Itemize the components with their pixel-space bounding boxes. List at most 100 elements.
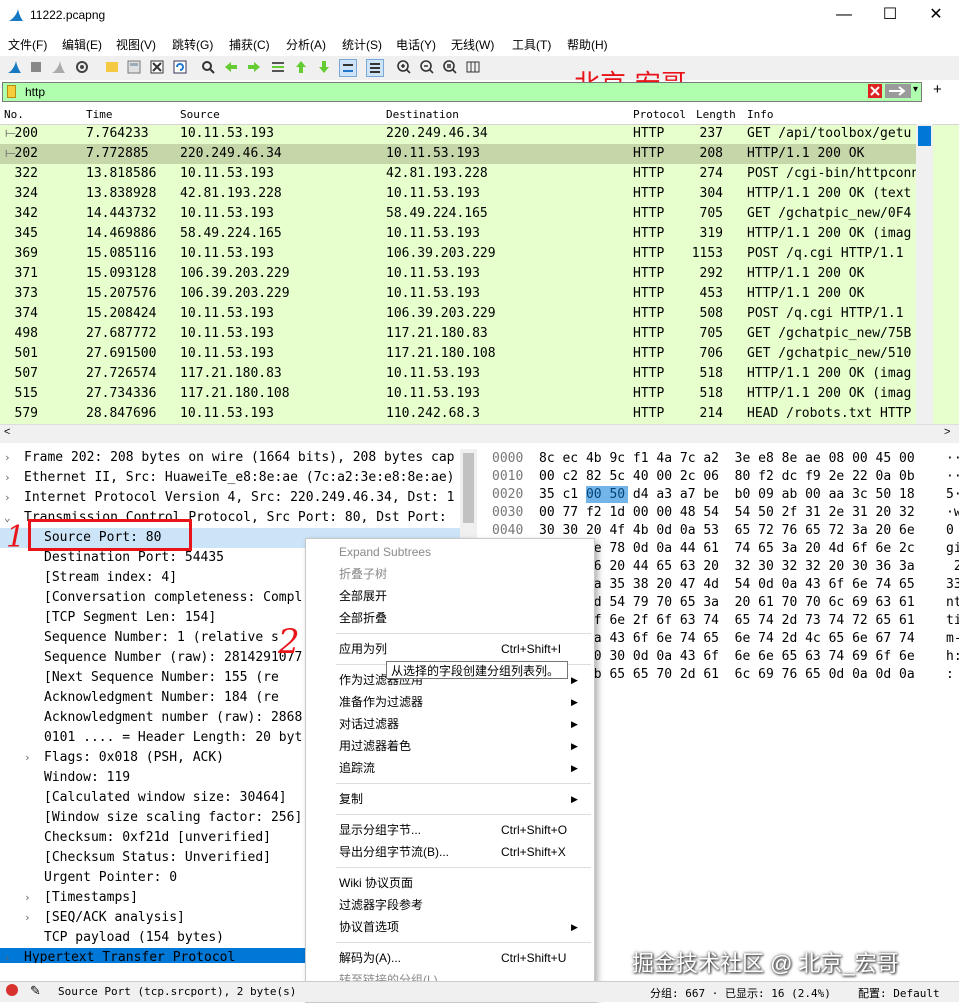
start-capture-icon[interactable] <box>6 59 22 75</box>
close-file-icon[interactable] <box>149 59 165 75</box>
add-filter-button-icon[interactable]: + <box>933 81 942 98</box>
go-to-packet-icon[interactable] <box>270 59 286 75</box>
packet-row[interactable]: 515 27.734336 117.21.180.108 10.11.53.193 HT… <box>0 384 916 404</box>
context-menu-item[interactable]: 应用为列 Ctrl+Shift+I <box>306 638 594 660</box>
packet-row[interactable]: 374 15.208424 10.11.53.193 106.39.203.229 HT… <box>0 304 916 324</box>
column-header-info[interactable]: Info <box>747 108 774 121</box>
colorize-icon[interactable] <box>366 59 384 77</box>
stop-capture-icon[interactable] <box>28 59 44 75</box>
bytes-hex[interactable]: 0a 43 6f 6e 74 65 6e 74 2d 4c 65 6e 67 7… <box>539 630 915 648</box>
menu-wireless[interactable]: 无线(W) <box>451 36 494 53</box>
expand-chevron-icon[interactable]: › <box>24 888 31 908</box>
packet-row[interactable]: 498 27.687772 10.11.53.193 117.21.180.83 HTT… <box>0 324 916 344</box>
menu-telephony[interactable]: 电话(Y) <box>396 36 436 53</box>
bytes-ascii[interactable]: : <box>946 666 959 684</box>
menu-file[interactable]: 文件(F) <box>8 36 47 53</box>
packet-row[interactable]: 202 7.772885 220.249.46.34 10.11.53.193 HTTP… <box>0 144 916 164</box>
column-header-destination[interactable]: Destination <box>386 108 459 121</box>
bytes-hex[interactable]: 3a 35 38 20 47 4d 54 0d 0a 43 6f 6e 74 6… <box>539 576 915 594</box>
menu-statistics[interactable]: 统计(S) <box>342 36 382 53</box>
restart-capture-icon[interactable] <box>50 59 66 75</box>
column-header-protocol[interactable]: Protocol <box>633 108 686 121</box>
context-menu-item[interactable]: 追踪流 ▶ <box>306 757 594 779</box>
bytes-ascii[interactable]: ·w <box>946 504 959 522</box>
bytes-hex[interactable]: be 78 0d 0a 44 61 74 65 3a 20 4d 6f 6e 2… <box>539 540 915 558</box>
packet-row[interactable]: 501 27.691500 10.11.53.193 117.21.180.108 HT… <box>0 344 916 364</box>
detail-tree-item[interactable]: › Internet Protocol Version 4, Src: 220.2… <box>0 488 460 508</box>
expand-chevron-icon[interactable]: › <box>4 468 11 488</box>
menu-edit[interactable]: 编辑(E) <box>62 36 102 53</box>
status-profile[interactable]: 配置: Default <box>858 985 940 1001</box>
packet-row[interactable]: 507 27.726574 117.21.180.83 10.11.53.193 HTT… <box>0 364 916 384</box>
details-scrollbar-thumb[interactable] <box>463 453 474 523</box>
scroll-right-icon[interactable]: > <box>944 426 950 438</box>
capture-options-icon[interactable] <box>74 59 90 75</box>
bytes-hex[interactable]: 6b 65 65 70 2d 61 6c 69 76 65 0d 0a 0d 0… <box>539 666 915 684</box>
menu-analyze[interactable]: 分析(A) <box>286 36 326 53</box>
zoom-in-icon[interactable] <box>396 59 412 75</box>
bytes-hex[interactable]: 6f 6e 2f 6f 63 74 65 74 2d 73 74 72 65 6… <box>539 612 915 630</box>
bytes-hex[interactable]: 30 30 20 4f 4b 0d 0a 53 65 72 76 65 72 3… <box>539 522 915 540</box>
open-file-icon[interactable] <box>104 59 120 75</box>
column-header-source[interactable]: Source <box>180 108 220 121</box>
packet-row[interactable]: 579 28.847696 10.11.53.193 110.242.68.3 HTTP… <box>0 404 916 424</box>
bytes-ascii[interactable]: 5· <box>946 486 959 504</box>
bytes-hex[interactable]: 00 c2 82 5c 40 00 2c 06 80 f2 dc f9 2e 2… <box>539 468 915 486</box>
column-header-length[interactable]: Length <box>696 108 736 121</box>
bookmark-icon[interactable] <box>7 85 16 98</box>
bytes-ascii[interactable]: ·· <box>946 450 959 468</box>
context-menu-item[interactable]: 全部折叠 <box>306 607 594 629</box>
close-button[interactable]: ✕ <box>913 0 959 32</box>
context-menu-item[interactable]: 全部展开 <box>306 585 594 607</box>
go-forward-icon[interactable] <box>246 59 262 75</box>
packet-row[interactable]: 369 15.085116 10.11.53.193 106.39.203.229 HT… <box>0 244 916 264</box>
packet-row[interactable]: 371 15.093128 106.39.203.229 10.11.53.193 HT… <box>0 264 916 284</box>
context-menu-item[interactable]: 解码为(A)... Ctrl+Shift+U <box>306 947 594 969</box>
bytes-ascii[interactable]: ·· <box>946 468 959 486</box>
packet-row[interactable]: 345 14.469886 58.49.224.165 10.11.53.193 HTT… <box>0 224 916 244</box>
clear-filter-icon[interactable] <box>868 84 882 98</box>
menu-tools[interactable]: 工具(T) <box>512 36 551 53</box>
bytes-ascii[interactable]: 33 <box>946 576 959 594</box>
bytes-ascii[interactable]: nt <box>946 594 959 612</box>
context-menu-item[interactable]: 准备作为过滤器 ▶ <box>306 691 594 713</box>
expand-chevron-icon[interactable]: › <box>24 748 31 768</box>
packet-row[interactable]: 200 7.764233 10.11.53.193 220.249.46.34 HTTP… <box>0 124 916 144</box>
edit-comment-icon[interactable]: ✎ <box>30 983 41 999</box>
zoom-out-icon[interactable] <box>419 59 435 75</box>
context-menu-item[interactable]: Wiki 协议页面 <box>306 872 594 894</box>
detail-tree-item[interactable]: › Ethernet II, Src: HuaweiTe_e8:8e:ae (7c… <box>0 468 460 488</box>
bytes-ascii[interactable]: 2 <box>946 558 959 576</box>
column-header-time[interactable]: Time <box>86 108 113 121</box>
context-menu-item[interactable]: 用过滤器着色 ▶ <box>306 735 594 757</box>
context-menu-item[interactable]: 复制 ▶ <box>306 788 594 810</box>
resize-columns-icon[interactable] <box>465 59 481 75</box>
menu-view[interactable]: 视图(V) <box>116 36 156 53</box>
filter-dropdown-icon[interactable]: ▾ <box>913 84 918 95</box>
expand-chevron-icon[interactable]: › <box>4 948 11 963</box>
column-header-no[interactable]: No. <box>4 108 24 121</box>
bytes-hex[interactable]: 36 20 44 65 63 20 32 30 32 32 20 30 36 3… <box>539 558 915 576</box>
packet-row[interactable]: 373 15.207576 106.39.203.229 10.11.53.193 HT… <box>0 284 916 304</box>
go-first-packet-icon[interactable] <box>293 59 309 75</box>
context-menu-item[interactable]: 导出分组字节流(B)... Ctrl+Shift+X <box>306 841 594 863</box>
bytes-hex[interactable]: 20 30 0d 0a 43 6f 6e 6e 65 63 74 69 6f 6… <box>539 648 915 666</box>
menu-go[interactable]: 跳转(G) <box>172 36 213 53</box>
expand-chevron-icon[interactable]: › <box>4 448 11 468</box>
packet-row[interactable]: 342 14.443732 10.11.53.193 58.49.224.165 HTT… <box>0 204 916 224</box>
packet-row[interactable]: 324 13.838928 42.81.193.228 10.11.53.193 HTT… <box>0 184 916 204</box>
bytes-hex[interactable]: 8c ec 4b 9c f1 4a 7c a2 3e e8 8e ae 08 0… <box>539 450 915 468</box>
menu-capture[interactable]: 捕获(C) <box>229 36 270 53</box>
bytes-hex[interactable]: 2d 54 79 70 65 3a 20 61 70 70 6c 69 63 6… <box>539 594 915 612</box>
auto-scroll-icon[interactable] <box>339 59 357 77</box>
go-last-packet-icon[interactable] <box>316 59 332 75</box>
packet-row[interactable]: 322 13.818586 10.11.53.193 42.81.193.228 HTT… <box>0 164 920 184</box>
find-packet-icon[interactable] <box>200 59 216 75</box>
context-menu-item[interactable]: 过滤器字段参考 <box>306 894 594 916</box>
scroll-left-icon[interactable]: < <box>4 426 10 438</box>
detail-tree-item[interactable]: › Frame 202: 208 bytes on wire (1664 bits… <box>0 448 460 468</box>
packet-list-horizontal-scrollbar[interactable]: < > <box>0 424 959 443</box>
save-file-icon[interactable] <box>126 59 142 75</box>
context-menu-item[interactable]: 显示分组字节... Ctrl+Shift+O <box>306 819 594 841</box>
bytes-ascii[interactable]: gi <box>946 540 959 558</box>
